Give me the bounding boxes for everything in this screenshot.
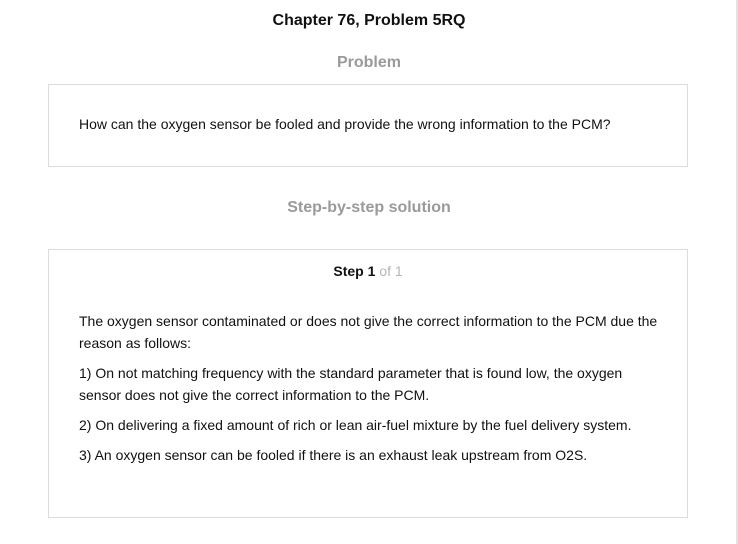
solution-point-1: 1) On not matching frequency with the st…: [79, 365, 623, 403]
solution-point-3: 3) An oxygen sensor can be fooled if the…: [79, 447, 588, 463]
solution-point-2: 2) On delivering a fixed amount of rich …: [79, 417, 632, 433]
problem-heading: Problem: [336, 54, 401, 71]
step-of-total: of 1: [379, 263, 403, 279]
step-indicator: Step 1 of 1: [49, 263, 687, 279]
solution-intro-paragraph: The oxygen sensor contaminated or does n…: [79, 313, 658, 351]
step-label: Step: [333, 263, 364, 279]
solution-body: The oxygen sensor contaminated or does n…: [79, 310, 659, 474]
chapter-title: Chapter 76, Problem 5RQ: [272, 12, 466, 29]
solution-panel: Step 1 of 1 The oxygen sensor contaminat…: [48, 249, 688, 518]
problem-text: How can the oxygen sensor be fooled and …: [79, 116, 611, 132]
problem-panel: How can the oxygen sensor be fooled and …: [48, 84, 688, 167]
solution-heading: Step-by-step solution: [287, 199, 451, 216]
step-number: 1: [367, 263, 376, 279]
